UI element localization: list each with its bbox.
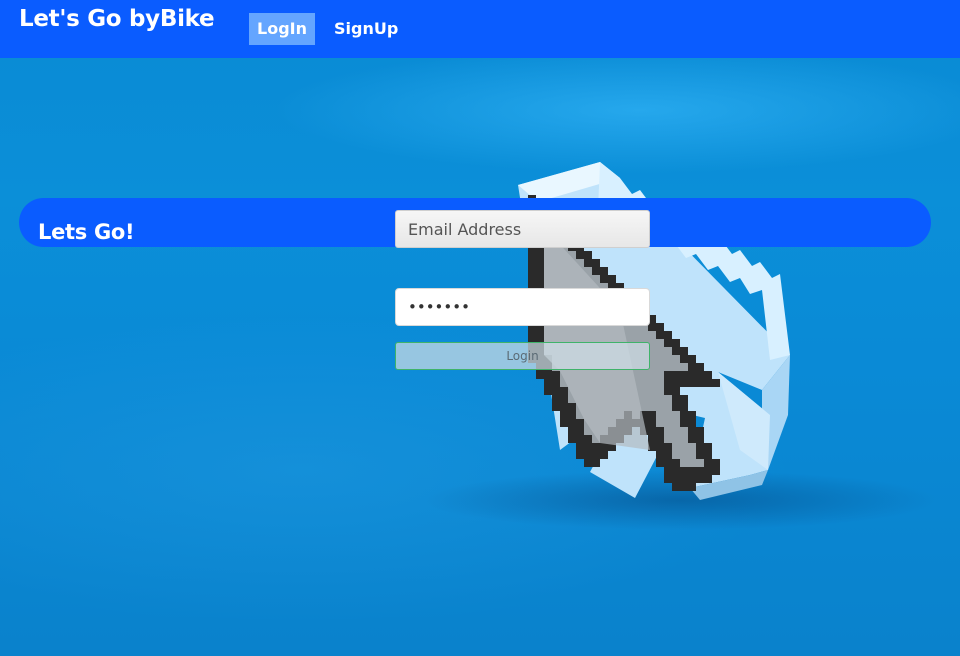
brand-logo[interactable]: Let's Go byBike xyxy=(19,6,215,32)
login-button[interactable]: Login xyxy=(395,342,650,370)
email-field[interactable] xyxy=(395,210,650,248)
navbar: Let's Go byBike LogIn SignUp xyxy=(0,0,960,58)
hero-title: Lets Go! xyxy=(38,220,135,244)
page: Let's Go byBike LogIn SignUp Lets Go! Lo… xyxy=(0,0,960,656)
nav-signup-link[interactable]: SignUp xyxy=(326,13,406,45)
nav-login-link[interactable]: LogIn xyxy=(249,13,315,45)
password-field[interactable] xyxy=(395,288,650,326)
